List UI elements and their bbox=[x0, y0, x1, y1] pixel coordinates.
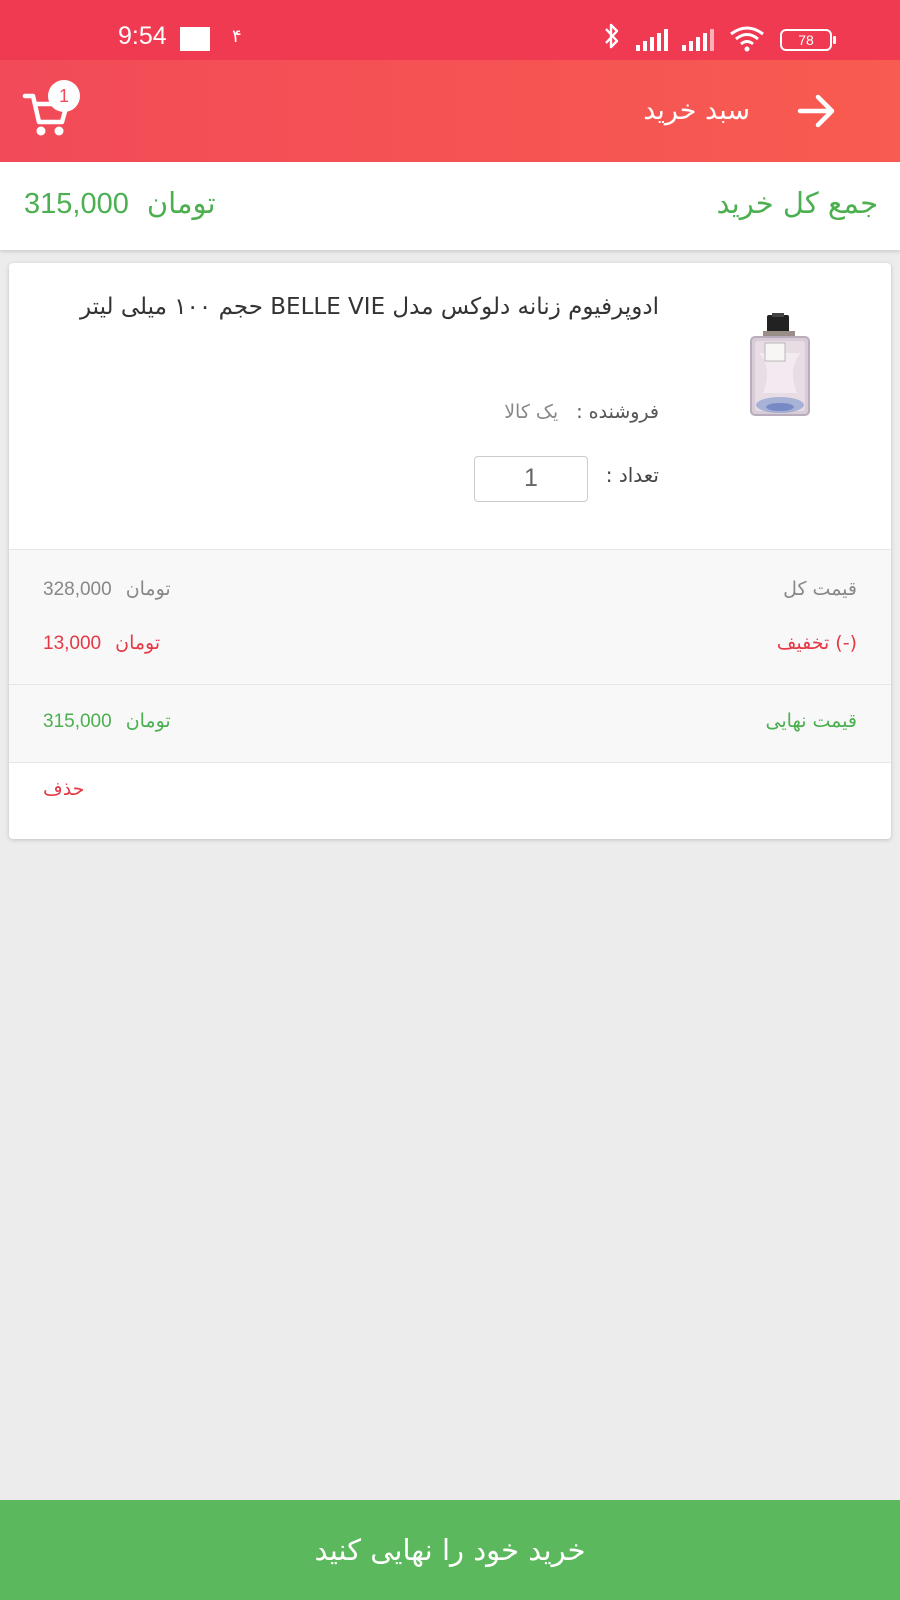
product-image[interactable] bbox=[743, 313, 823, 423]
seller-name: یک کالا bbox=[504, 401, 559, 423]
final-price-label: قیمت نهایی bbox=[765, 710, 857, 732]
seller-label: فروشنده : bbox=[576, 401, 659, 423]
total-amount: 315,000 تومان bbox=[24, 186, 216, 221]
currency-label: تومان bbox=[115, 632, 161, 654]
signal-icon bbox=[636, 28, 668, 51]
battery-level: 78 bbox=[798, 31, 814, 48]
page-title: سبد خرید bbox=[643, 95, 750, 126]
final-price-number: 315,000 bbox=[43, 711, 112, 732]
status-bar: 9:54 ۴ 78 bbox=[0, 0, 900, 60]
total-price-label: قیمت کل bbox=[783, 578, 857, 600]
battery-icon: 78 bbox=[780, 28, 836, 51]
app-bar: 1 سبد خرید bbox=[0, 60, 900, 162]
currency-label: تومان bbox=[146, 186, 216, 220]
discount-value: 13,000 تومان bbox=[43, 632, 160, 655]
currency-label: تومان bbox=[125, 710, 171, 732]
status-icons: 78 bbox=[602, 22, 836, 57]
total-label: جمع کل خرید bbox=[716, 186, 878, 220]
total-price-number: 328,000 bbox=[43, 579, 112, 600]
status-indicator: ۴ bbox=[232, 26, 242, 47]
discount-number: 13,000 bbox=[43, 633, 102, 654]
checkout-button[interactable]: خرید خود را نهایی کنید bbox=[0, 1500, 900, 1600]
quantity-label: تعداد : bbox=[605, 463, 659, 487]
currency-label: تومان bbox=[125, 578, 171, 600]
final-price-row: قیمت نهایی 315,000 تومان bbox=[9, 685, 891, 763]
signal-icon bbox=[682, 28, 714, 51]
wifi-icon bbox=[728, 24, 766, 56]
total-amount-value: 315,000 bbox=[24, 188, 129, 220]
price-breakdown: قیمت کل 328,000 تومان (-) تخفیف 13,000 توم… bbox=[9, 549, 891, 685]
delete-button[interactable]: حذف bbox=[43, 778, 84, 800]
discount-label: (-) تخفیف bbox=[776, 632, 857, 654]
notification-icon bbox=[180, 27, 210, 51]
bluetooth-icon bbox=[602, 22, 622, 57]
quantity-input[interactable]: 1 bbox=[474, 456, 588, 502]
final-price-value: 315,000 تومان bbox=[43, 710, 171, 733]
back-button[interactable] bbox=[792, 86, 842, 136]
total-summary: جمع کل خرید 315,000 تومان bbox=[0, 162, 900, 250]
cart-item-card: ادوپرفیوم زنانه دلوکس مدل BELLE VIE حجم … bbox=[9, 263, 891, 839]
seller-info: فروشنده : یک کالا bbox=[504, 401, 659, 423]
cart-badge: 1 bbox=[48, 80, 80, 112]
status-time: 9:54 bbox=[118, 22, 167, 50]
total-price-value: 328,000 تومان bbox=[43, 578, 171, 601]
product-title[interactable]: ادوپرفیوم زنانه دلوکس مدل BELLE VIE حجم … bbox=[59, 287, 659, 328]
arrow-right-icon bbox=[797, 94, 835, 128]
